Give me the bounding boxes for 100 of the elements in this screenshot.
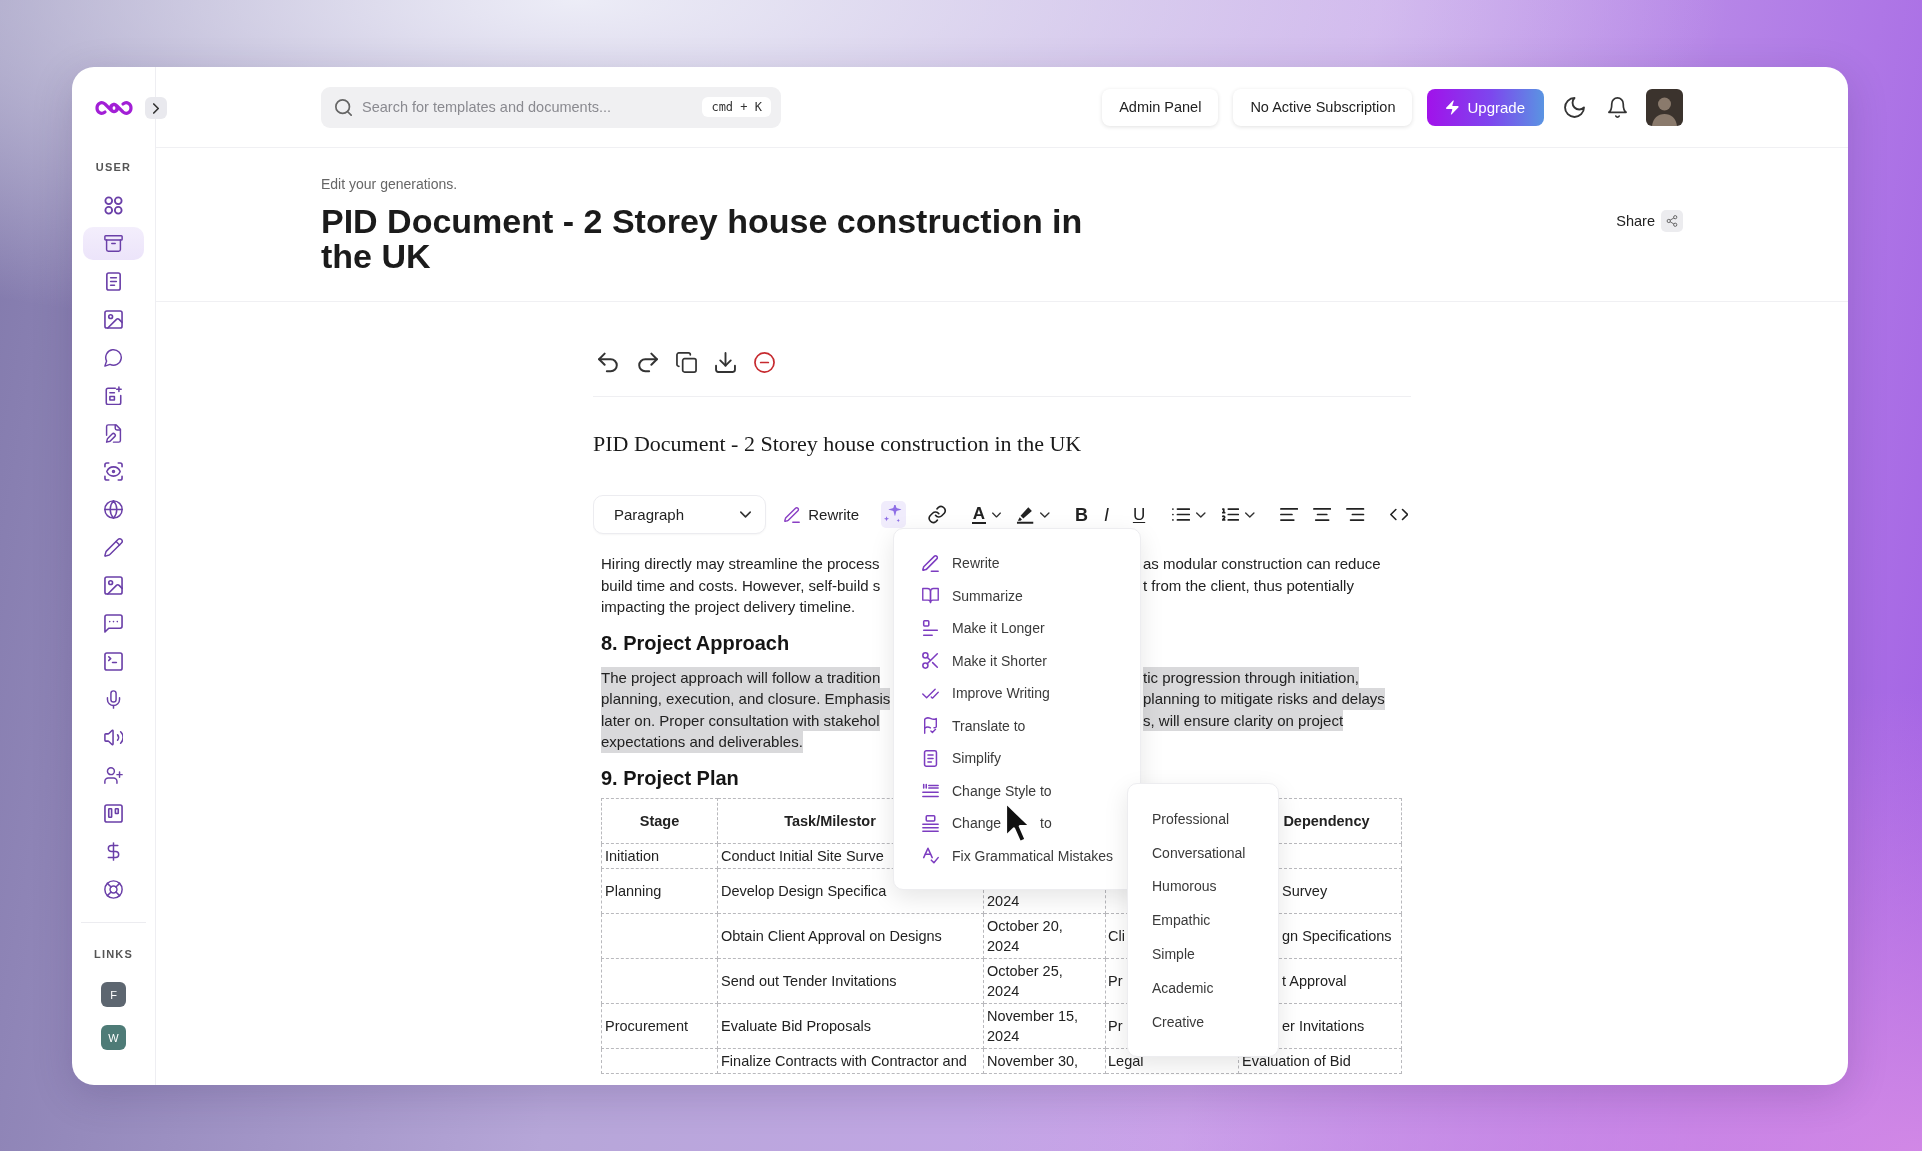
moon-icon[interactable]: [1564, 96, 1585, 118]
menu-item[interactable]: Make it Longer: [904, 612, 1130, 645]
paragraph-text: impacting the project delivery timeline.: [601, 597, 856, 617]
align-left-icon: [1279, 505, 1298, 524]
paragraph-text: t from the client, thus potentially: [1143, 575, 1354, 596]
menu-item[interactable]: Conversational: [1128, 835, 1278, 870]
ai-assist-button[interactable]: [881, 501, 907, 528]
page-title: PID Document - 2 Storey house construction in the UK: [321, 204, 1084, 274]
topbar-button[interactable]: Admin Panel: [1102, 88, 1219, 126]
eye-scan-icon: [104, 462, 123, 481]
dependency-text: Evaluation of Bid: [1242, 1052, 1351, 1069]
menu-item[interactable]: Change to: [904, 807, 1130, 840]
document-pencil-icon: [104, 424, 123, 443]
document-icon: [922, 749, 939, 767]
chevron-down-icon: [740, 511, 752, 518]
link-tile[interactable]: W: [101, 1025, 126, 1050]
menu-item[interactable]: Translate to: [904, 709, 1130, 742]
microphone-icon: [104, 690, 123, 709]
link-tile[interactable]: F: [101, 982, 126, 1007]
section-heading: 9. Project Plan: [601, 765, 739, 791]
undo-icon[interactable]: [598, 351, 619, 373]
redo-icon[interactable]: [637, 351, 658, 373]
pencil-icon: [784, 506, 801, 523]
share-button[interactable]: Share: [1616, 210, 1683, 232]
image-icon: [104, 310, 123, 329]
date-text: 2024: [987, 892, 1020, 909]
chevron-down-icon: [1244, 511, 1255, 518]
minus-circle-icon[interactable]: [754, 351, 775, 373]
dependency-text: gn Specifications: [1282, 927, 1392, 944]
document-sparkle-icon: [104, 386, 123, 405]
task-text: Conduct Initial Site Surve: [721, 847, 884, 864]
menu-item[interactable]: Simplify: [904, 742, 1130, 775]
menu-item[interactable]: Humorous: [1128, 869, 1278, 904]
collapse-button[interactable]: [145, 97, 167, 119]
pencil-icon: [922, 554, 939, 572]
flag-check-icon: [922, 717, 939, 735]
numbered-list-icon: [1220, 505, 1239, 524]
paragraph-text: tic progression through initiation,: [1143, 666, 1359, 688]
search-icon: [335, 98, 352, 116]
task-text: Obtain Client Approval on Designs: [721, 927, 942, 944]
spell-check-icon: [922, 847, 939, 865]
table-text: Pr: [1108, 1017, 1123, 1034]
table-text: Pr: [1108, 972, 1123, 989]
user-plus-icon: [104, 766, 123, 785]
lightning-icon: [1446, 99, 1460, 115]
block-type-dropdown[interactable]: Paragraph: [593, 495, 767, 534]
lifebuoy-icon: [104, 880, 123, 899]
bullet-list-icon: [1171, 505, 1191, 524]
dependency-text: Survey: [1282, 882, 1328, 899]
menu-item[interactable]: Make it Shorter: [904, 644, 1130, 677]
topbar-button[interactable]: No Active Subscription: [1233, 88, 1413, 126]
menu-item[interactable]: Rewrite: [904, 547, 1130, 580]
task-text: Send out Tender Invitations: [721, 972, 897, 989]
sidebar-nav-item[interactable]: [83, 227, 144, 260]
user-avatar-icon[interactable]: [1646, 88, 1683, 126]
date-text: October 25, 2024: [987, 962, 1063, 999]
rewrite-button[interactable]: Rewrite: [782, 506, 862, 523]
box-lines-icon: [922, 814, 939, 832]
menu-item[interactable]: Summarize: [904, 579, 1130, 612]
section-heading: 8. Project Approach: [601, 630, 790, 656]
paragraph-text: Hiring directly may streamline the process: [601, 554, 880, 574]
logo-icon[interactable]: [93, 98, 134, 118]
document-icon: [104, 272, 123, 291]
paragraph-text: planning, execution, and closure. Emphasis: [601, 688, 891, 710]
date-text: October 20, 2024: [987, 917, 1063, 954]
menu-item[interactable]: Improve Writing: [904, 677, 1130, 710]
menu-item[interactable]: Fix Grammatical Mistakes: [904, 839, 1130, 872]
menu-item[interactable]: Simple: [1128, 937, 1278, 971]
paragraph-text: as modular construction can reduce: [1143, 554, 1381, 574]
chevron-down-icon: [1196, 511, 1206, 518]
chevron-right-icon: [153, 102, 159, 114]
task-text: Finalize Contracts with Contractor and: [721, 1052, 967, 1069]
menu-item[interactable]: Academic: [1128, 971, 1278, 1005]
paragraph-text: later on. Proper consultation with stakehol: [601, 709, 880, 731]
menu-item[interactable]: Empathic: [1128, 903, 1278, 938]
italic-button[interactable]: I: [1100, 501, 1121, 528]
paragraph-text: build time and costs. However, self-build s: [601, 575, 881, 596]
share-icon: [1661, 210, 1683, 232]
bell-icon[interactable]: [1607, 96, 1628, 118]
align-right-icon: [1346, 505, 1365, 524]
menu-item[interactable]: Change Style to: [904, 774, 1130, 807]
board-icon: [104, 804, 123, 823]
column-header: Stage: [639, 812, 680, 829]
upgrade-button[interactable]: Upgrade: [1427, 88, 1544, 126]
link-icon: [928, 505, 947, 524]
download-icon[interactable]: [715, 351, 736, 373]
stage-text: Planning: [605, 882, 662, 899]
page-subtitle: Edit your generations.: [321, 176, 459, 193]
paragraph-text: planning to mitigate risks and delays: [1143, 688, 1385, 710]
text-color-button[interactable]: A: [968, 501, 1005, 528]
copy-icon[interactable]: [676, 351, 697, 373]
bold-button[interactable]: B: [1071, 501, 1092, 528]
sidebar-section-label: LINKS: [94, 948, 133, 961]
menu-item[interactable]: Creative: [1128, 1004, 1278, 1039]
document-title[interactable]: PID Document - 2 Storey house construction in the UK: [593, 430, 1411, 458]
column-header: Dependency: [1283, 812, 1370, 829]
stage-text: Initiation: [605, 847, 659, 864]
quote-lines-icon: [922, 782, 939, 800]
underline-button[interactable]: U: [1129, 501, 1150, 528]
menu-item[interactable]: Professional: [1128, 802, 1278, 836]
